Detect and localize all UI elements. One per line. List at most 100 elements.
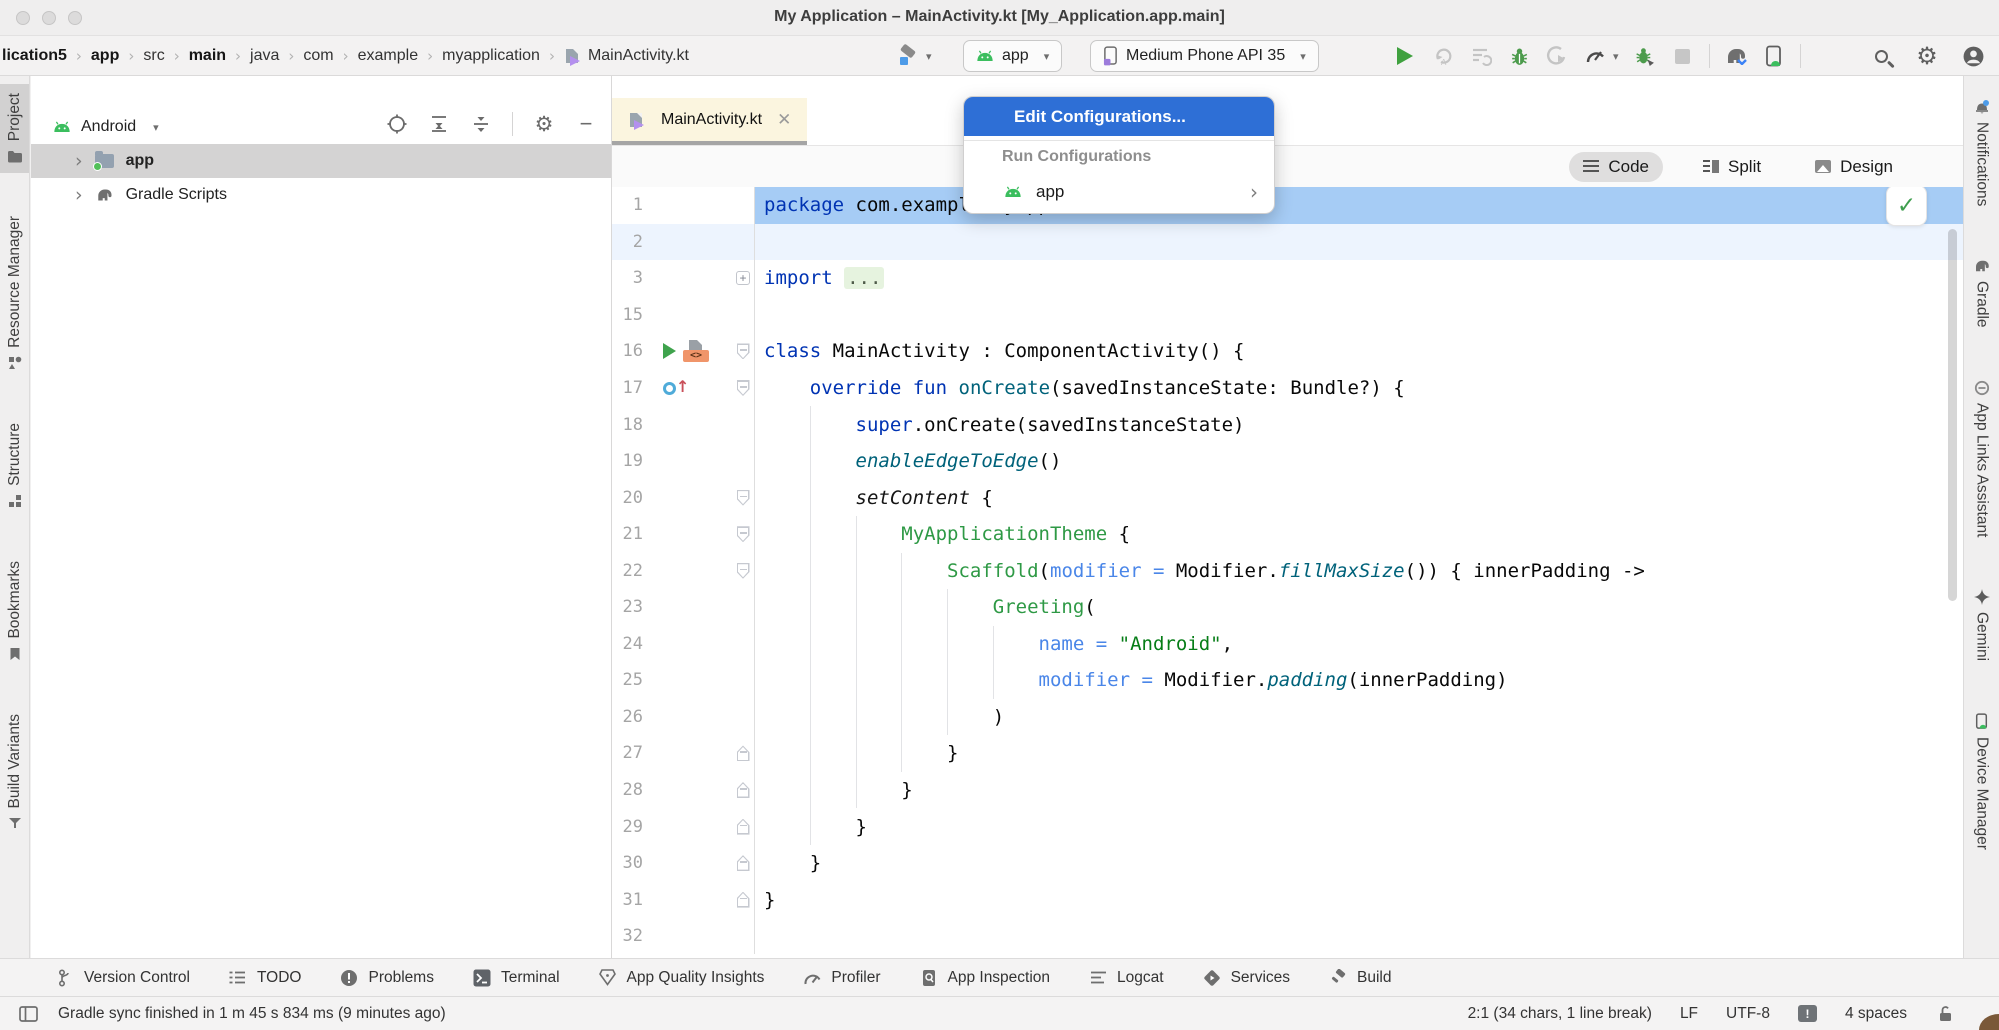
hide-panel-button[interactable]: − [575, 113, 597, 135]
fold-close-icon[interactable] [737, 892, 750, 908]
code-text[interactable] [754, 224, 1963, 261]
locate-file-button[interactable] [386, 113, 408, 135]
fold-close-icon[interactable] [737, 782, 750, 798]
code-line[interactable]: 30 } [612, 845, 1963, 882]
device-selector-dropdown[interactable]: Medium Phone API 35 ▾ [1090, 40, 1319, 72]
line-number[interactable]: 29 [612, 817, 655, 837]
code-line[interactable]: 22 Scaffold(modifier = Modifier.fillMaxS… [612, 552, 1963, 589]
editor-scrollbar[interactable] [1948, 229, 1957, 601]
toolwindow-app-quality-insights[interactable]: App Quality Insights [598, 968, 765, 988]
line-number[interactable]: 22 [612, 561, 655, 581]
code-text[interactable]: override fun onCreate(savedInstanceState… [754, 370, 1963, 407]
profiler-chevron-icon[interactable]: ▾ [1613, 50, 1619, 63]
toolwindow-logcat[interactable]: Logcat [1088, 968, 1164, 988]
expand-all-button[interactable] [428, 113, 450, 135]
line-number[interactable]: 30 [612, 853, 655, 873]
breadcrumb-item[interactable]: src [143, 47, 164, 65]
line-number[interactable]: 24 [612, 634, 655, 654]
code-text[interactable] [754, 918, 1963, 955]
code-text[interactable]: } [754, 845, 1963, 882]
line-number[interactable]: 15 [612, 305, 655, 325]
code-line[interactable]: 16<>class MainActivity : ComponentActivi… [612, 333, 1963, 370]
panel-settings-button[interactable]: ⚙ [533, 113, 555, 135]
status-message[interactable]: Gradle sync finished in 1 m 45 s 834 ms … [58, 1005, 446, 1023]
sidebar-item-notifications[interactable]: Notifications [1964, 90, 1999, 215]
breadcrumb-item[interactable]: java [250, 47, 279, 65]
breadcrumb-item[interactable]: myapplication [442, 47, 540, 65]
overrides-method-icon[interactable]: ↑ [663, 379, 689, 398]
run-class-icon[interactable] [663, 343, 676, 359]
line-number[interactable]: 17 [612, 378, 655, 398]
sidebar-item-gemini[interactable]: Gemini [1964, 580, 1999, 670]
sidebar-item-structure[interactable]: Structure [0, 414, 29, 518]
chevron-right-icon[interactable]: › [75, 186, 83, 205]
search-everywhere-button[interactable] [1869, 44, 1893, 68]
fold-open-icon[interactable] [737, 526, 750, 542]
code-text[interactable]: } [754, 808, 1963, 845]
code-line[interactable]: 2 [612, 224, 1963, 261]
code-text[interactable]: package com.example.myapplication [754, 187, 1963, 224]
code-text[interactable]: } [754, 735, 1963, 772]
device-manager-button[interactable] [1762, 44, 1786, 68]
code-line[interactable]: 15 [612, 297, 1963, 334]
fold-close-icon[interactable] [737, 745, 750, 761]
code-text[interactable]: modifier = Modifier.padding(innerPadding… [754, 662, 1963, 699]
code-line[interactable]: 24 name = "Android", [612, 626, 1963, 663]
code-line[interactable]: 20 setContent { [612, 479, 1963, 516]
code-editor[interactable]: ✓ 1package com.example.myapplication23+i… [612, 187, 1963, 955]
mode-design-button[interactable]: Design [1801, 152, 1907, 182]
toolwindow-app-inspection[interactable]: App Inspection [919, 968, 1051, 988]
close-tab-icon[interactable]: ✕ [777, 110, 791, 130]
fold-open-icon[interactable] [737, 343, 750, 359]
fold-expand-icon[interactable]: + [736, 271, 750, 285]
line-number[interactable]: 18 [612, 415, 655, 435]
breadcrumb-item[interactable]: example [358, 47, 418, 65]
run-configuration-dropdown[interactable]: app ▾ [963, 40, 1062, 72]
attach-debugger-button[interactable] [1545, 44, 1569, 68]
line-number[interactable]: 31 [612, 890, 655, 910]
chevron-right-icon[interactable]: › [75, 152, 83, 171]
code-line[interactable]: 26 ) [612, 699, 1963, 736]
mode-code-button[interactable]: Code [1569, 152, 1663, 182]
code-text[interactable]: super.onCreate(savedInstanceState) [754, 406, 1963, 443]
code-text[interactable]: ) [754, 699, 1963, 736]
line-number[interactable]: 20 [612, 488, 655, 508]
toolwindow-problems[interactable]: Problems [339, 968, 433, 988]
sidebar-item-bookmarks[interactable]: Bookmarks [0, 552, 29, 671]
toolwindow-services[interactable]: Services [1202, 968, 1290, 988]
sync-gradle-button[interactable] [1724, 44, 1748, 68]
sidebar-item-build-variants[interactable]: Build Variants [0, 705, 29, 840]
hints-widget-icon[interactable]: ! [1798, 1005, 1817, 1022]
menu-item-app[interactable]: app › [964, 170, 1274, 213]
apply-changes-restart-button[interactable]: A [1431, 44, 1455, 68]
sidebar-item-project[interactable]: Project [0, 84, 29, 173]
fold-close-icon[interactable] [737, 855, 750, 871]
toolwindow-terminal[interactable]: Terminal [472, 968, 560, 988]
sidebar-item-resource-manager[interactable]: Resource Manager [0, 207, 29, 380]
profile-low-overhead-button[interactable] [1633, 44, 1657, 68]
profiler-button[interactable] [1583, 44, 1607, 68]
fold-open-icon[interactable] [737, 380, 750, 396]
line-number[interactable]: 16 [612, 341, 655, 361]
code-line[interactable]: 19 enableEdgeToEdge() [612, 443, 1963, 480]
code-text[interactable]: import ... [754, 260, 1963, 297]
tool-window-toggle-icon[interactable] [18, 1004, 38, 1024]
breadcrumb-item[interactable]: app [91, 47, 119, 65]
code-text[interactable] [754, 297, 1963, 334]
line-number[interactable]: 1 [612, 195, 655, 215]
caret-position-widget[interactable]: 2:1 (34 chars, 1 line break) [1468, 1005, 1652, 1023]
sidebar-item-app-links-assistant[interactable]: App Links Assistant [1964, 371, 1999, 546]
code-line[interactable]: 31} [612, 881, 1963, 918]
line-number[interactable]: 26 [612, 707, 655, 727]
indent-widget[interactable]: 4 spaces [1845, 1005, 1907, 1023]
compose-preview-icon[interactable]: <> [683, 340, 709, 362]
settings-button[interactable]: ⚙ [1915, 44, 1939, 68]
debug-button[interactable] [1507, 44, 1531, 68]
editor-tab-mainactivity[interactable]: MainActivity.kt ✕ [612, 98, 807, 145]
toolwindow-todo[interactable]: TODO [228, 968, 302, 988]
code-line[interactable]: 28 } [612, 772, 1963, 809]
collapse-all-button[interactable] [470, 113, 492, 135]
code-text[interactable]: setContent { [754, 479, 1963, 516]
unlock-icon[interactable] [1935, 1004, 1955, 1024]
code-line[interactable]: 25 modifier = Modifier.padding(innerPadd… [612, 662, 1963, 699]
